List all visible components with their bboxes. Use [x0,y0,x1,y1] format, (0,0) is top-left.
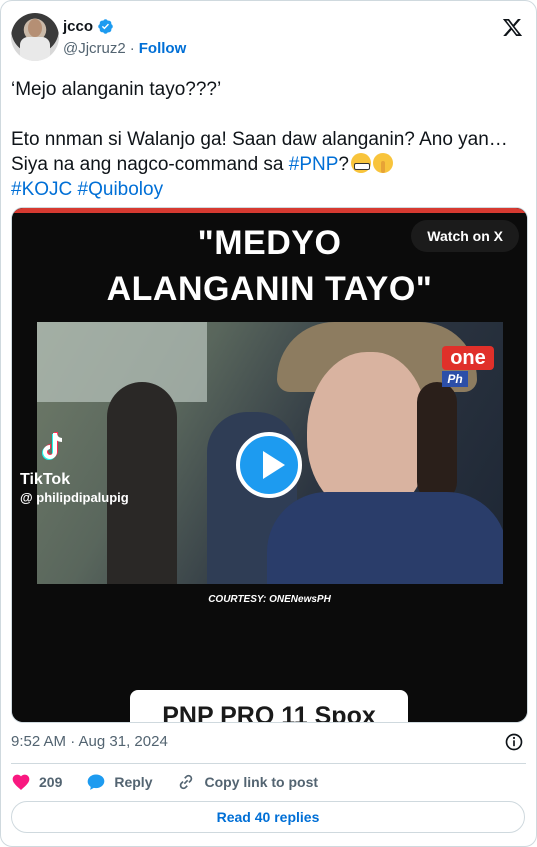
divider [11,763,526,764]
post-text-line1: ‘Mejo alanganin tayo???’ [11,79,222,100]
post-text: ‘Mejo alanganin tayo???’ Eto nnman si Wa… [11,77,521,202]
like-button[interactable]: 209 [11,772,62,792]
video-top-bar [12,208,527,213]
logo-ph-text: Ph [442,371,468,387]
handle-row: @Jjcruz2 · Follow [63,40,186,57]
tiktok-watermark: TikTok @ philipdipalupig [20,430,129,505]
name-row: jcco [63,18,114,35]
grimacing-face-emoji-icon [351,153,371,173]
logo-one-text: one [442,346,494,370]
post-text-paragraph: Eto nnman si Walanjo ga! Saan daw alanga… [11,127,521,202]
verified-badge-icon [98,19,113,34]
post-header: jcco @Jjcruz2 · Follow [11,13,526,61]
copy-link-button[interactable]: Copy link to post [176,772,318,792]
copy-link-label: Copy link to post [204,774,319,790]
reply-label: Reply [114,774,153,790]
post-text-body: Eto nnman si Walanjo ga! Saan daw alanga… [11,129,508,175]
tiktok-username: @ philipdipalupig [20,490,129,505]
scene-shirt [267,492,503,584]
avatar-body [20,37,50,61]
one-ph-logo: one Ph [442,346,494,388]
follow-button[interactable]: Follow [139,40,187,57]
video-courtesy-text: COURTESY: ONENewsPH [208,594,331,605]
hashtag-quiboloy[interactable]: #Quiboloy [78,179,164,200]
hashtag-pnp[interactable]: #PNP [289,154,339,175]
play-icon[interactable] [236,432,302,498]
reply-button[interactable]: Reply [86,772,152,792]
watch-on-x-button[interactable]: Watch on X [411,220,519,252]
tiktok-label: TikTok [20,471,71,488]
embedded-post-card: jcco @Jjcruz2 · Follow ‘Mejo alanganin t… [0,0,537,847]
video-lower-banner: PNP PRO 11 Spox [130,690,408,722]
heart-icon [12,774,30,790]
link-icon [180,774,193,790]
avatar[interactable] [11,13,59,61]
display-name[interactable]: jcco [63,18,93,35]
handle[interactable]: @Jjcruz2 [63,40,126,57]
info-icon[interactable] [504,732,524,752]
scene-face [307,352,427,512]
scene-hair [417,382,457,502]
action-bar: 209 Reply Copy link to post [11,773,342,791]
video-player[interactable]: "MEDYO ALANGANIN TAYO" Watch on X one Ph… [11,207,528,723]
video-headline-line2: ALANGANIN TAYO" [106,270,433,308]
tiktok-icon [42,432,63,460]
handle-separator: · [129,40,135,57]
x-logo-icon[interactable] [501,17,524,38]
avatar-face [28,19,42,37]
hashtag-kojc[interactable]: #KOJC [11,179,72,200]
reply-bubble-icon [88,774,105,790]
post-timestamp[interactable]: 9:52 AM · Aug 31, 2024 [11,733,168,750]
shushing-face-emoji-icon [373,153,393,173]
post-question-mark: ? [338,154,349,175]
like-count: 209 [39,774,63,790]
read-replies-button[interactable]: Read 40 replies [11,801,525,833]
